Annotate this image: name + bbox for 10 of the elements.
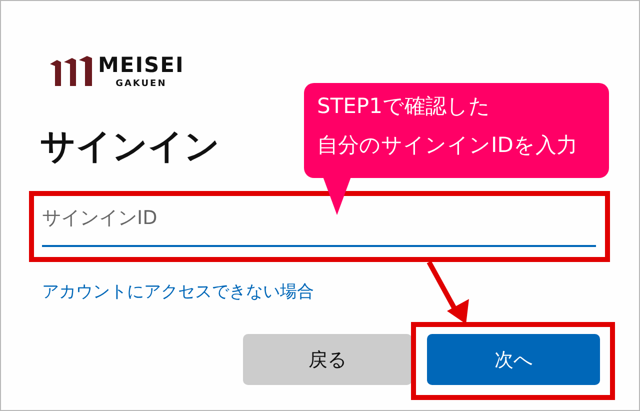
logo-name: MEISEI: [98, 53, 184, 77]
callout-text: 自分のサインインIDを入力: [317, 132, 578, 159]
callout-text: STEP1で確認した: [317, 93, 492, 120]
account-help-link[interactable]: アカウントにアクセスできない場合: [42, 280, 314, 303]
page-title: サインイン: [40, 126, 220, 169]
pillars-logo-icon: [49, 56, 93, 86]
next-button[interactable]: 次へ: [427, 334, 600, 385]
back-button[interactable]: 戻る: [243, 334, 412, 385]
logo-subtitle: GAKUEN: [116, 79, 167, 89]
signin-id-field[interactable]: サインインID: [42, 199, 596, 247]
